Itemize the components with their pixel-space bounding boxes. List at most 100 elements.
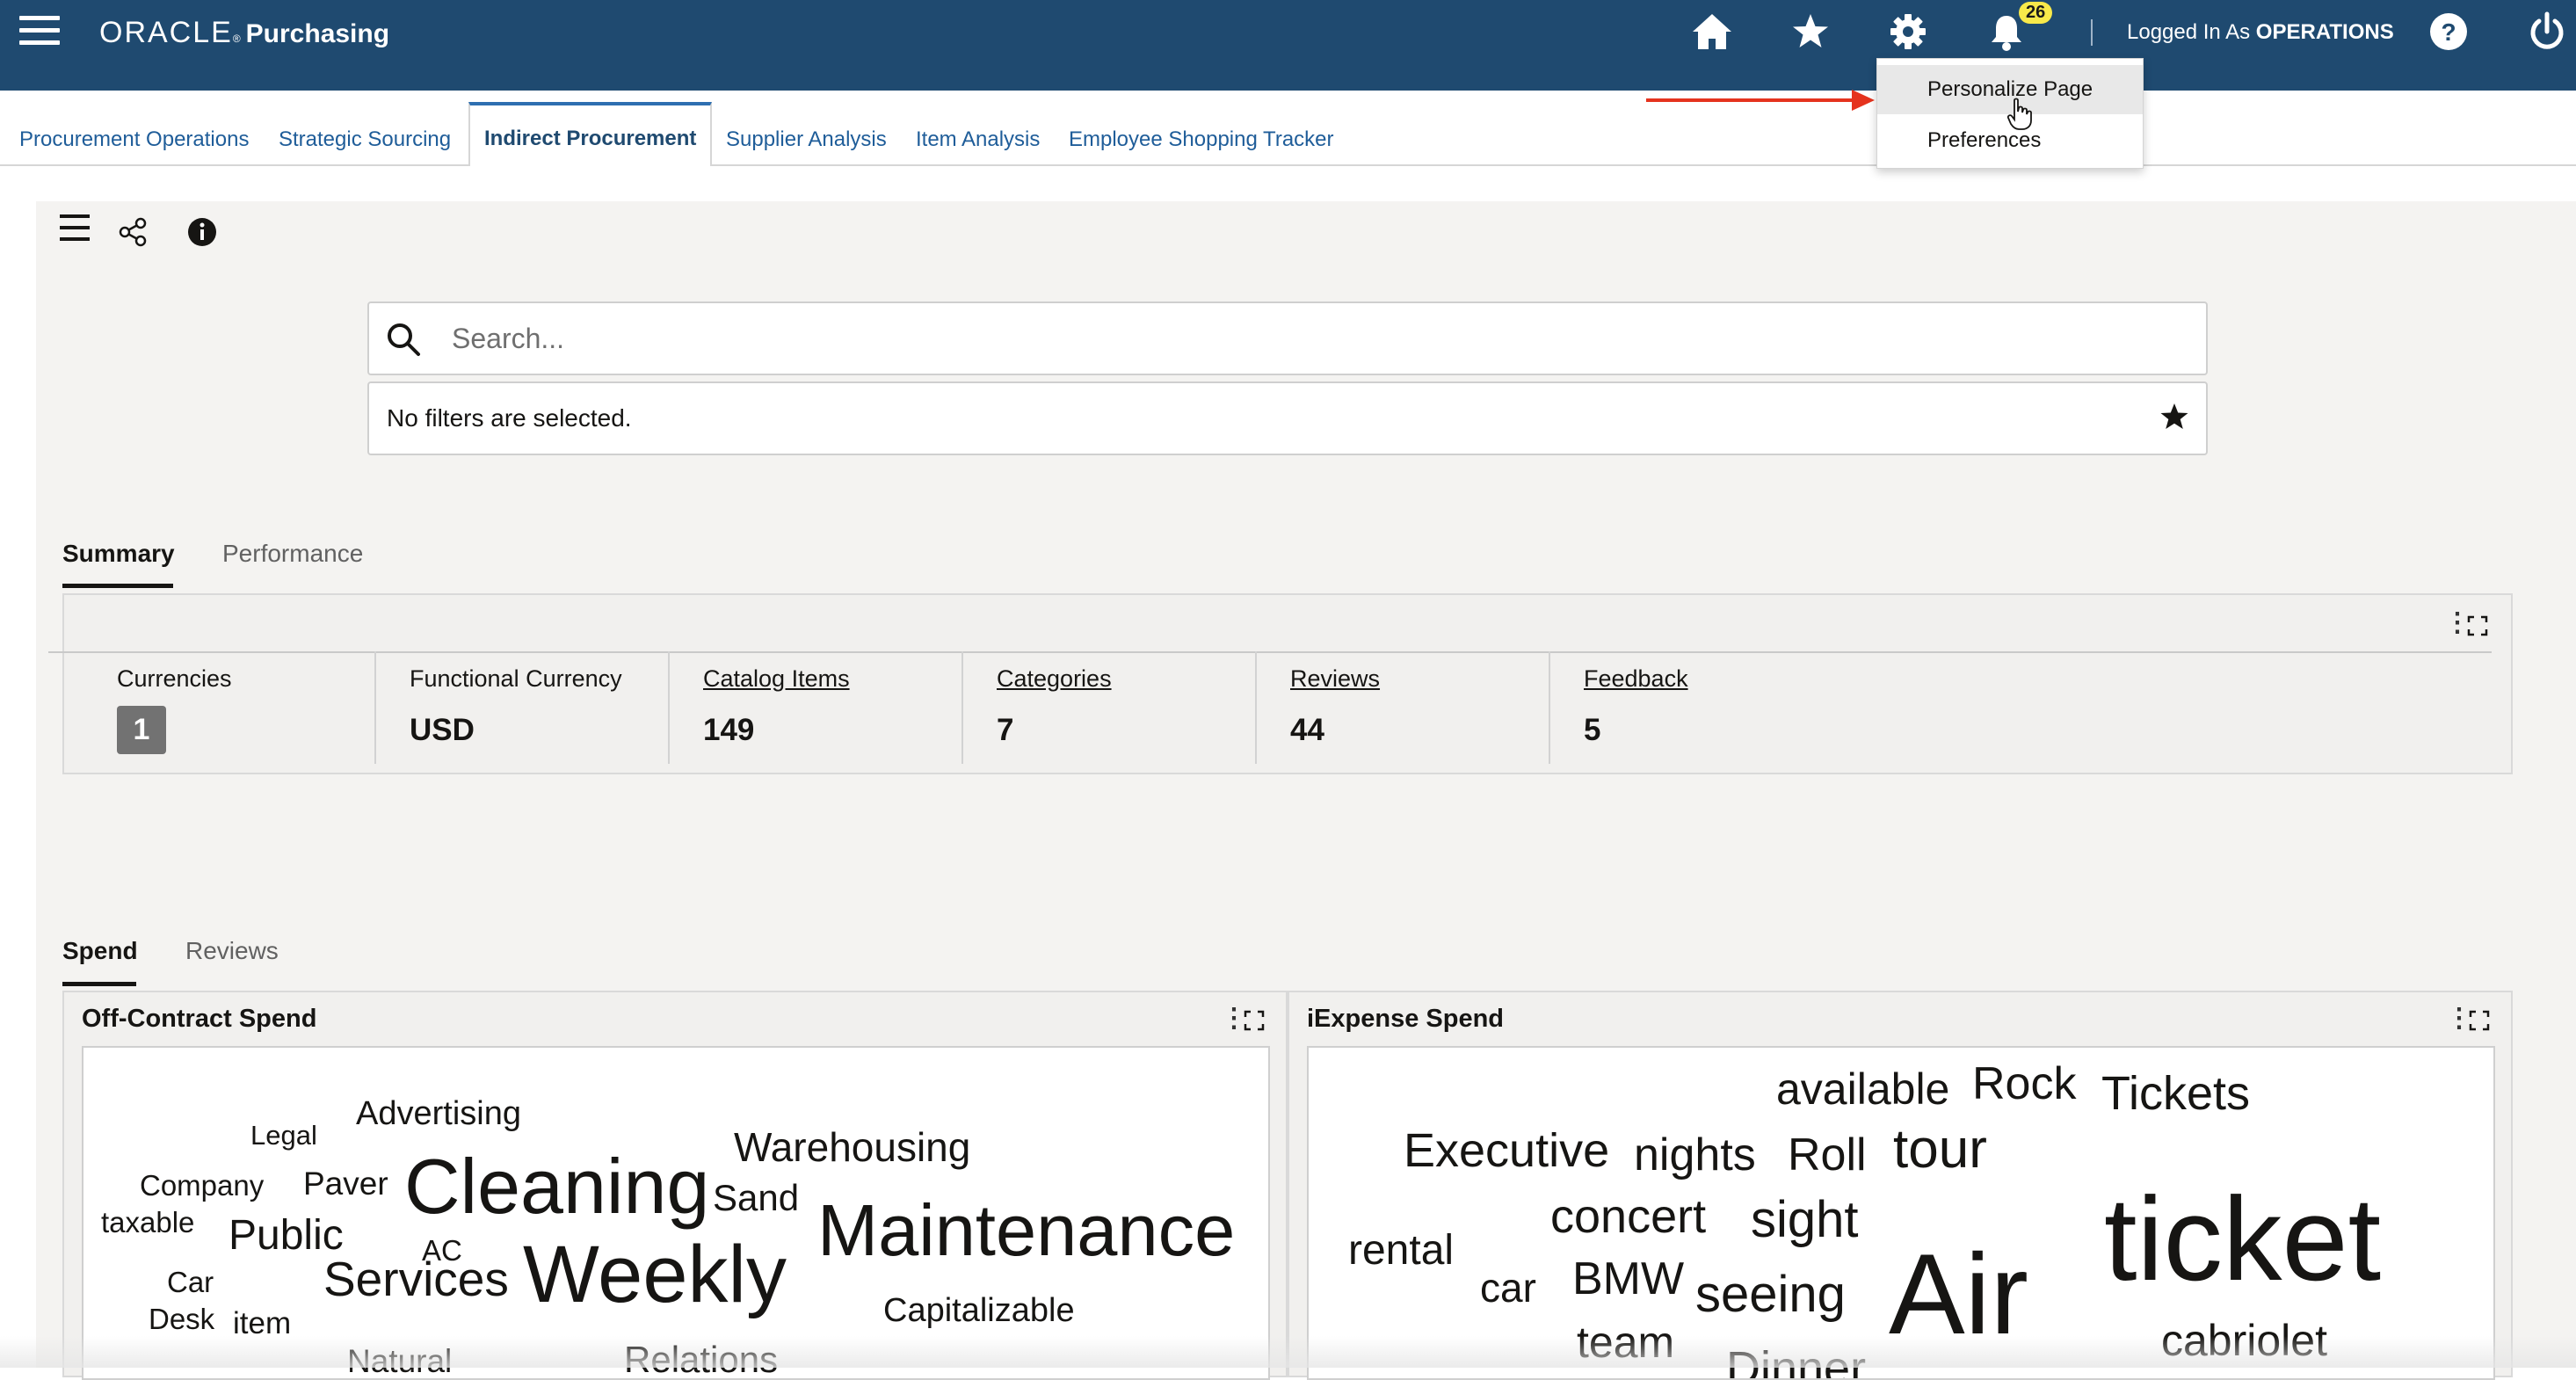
word-cloud-term[interactable]: Services (323, 1255, 509, 1304)
metric-value: 7 (997, 713, 1014, 747)
search-icon (388, 323, 420, 356)
word-cloud-term[interactable]: Weekly (523, 1234, 787, 1315)
pointer-arrow-line (1646, 98, 1857, 102)
tab-procurement-operations[interactable]: Procurement Operations (19, 104, 249, 166)
metric-currencies: Currencies 1 (82, 651, 374, 764)
feedback-link[interactable]: Feedback (1584, 665, 1688, 693)
logged-in-user: OPERATIONS (2255, 20, 2394, 44)
star-icon[interactable] (1786, 7, 1835, 56)
header-separator (2091, 19, 2093, 46)
iexpense-expand-icon[interactable] (2469, 1010, 2490, 1031)
word-cloud-term[interactable]: Maintenance (817, 1194, 1235, 1267)
logged-in-prefix: Logged In As (2127, 20, 2251, 44)
tab-supplier-analysis[interactable]: Supplier Analysis (726, 104, 887, 166)
help-icon[interactable]: ? (2424, 7, 2473, 56)
word-cloud-term[interactable]: Roll (1788, 1132, 1867, 1178)
tab-spend[interactable]: Spend (62, 937, 138, 965)
dashboard-tabs: Procurement Operations Strategic Sourcin… (0, 102, 2576, 166)
word-cloud-term[interactable]: nights (1634, 1132, 1756, 1178)
logged-in-label: Logged In As OPERATIONS (2127, 20, 2394, 45)
info-icon[interactable] (186, 216, 218, 248)
metric-label: Functional Currency (410, 665, 622, 692)
metric-categories: Categories 7 (961, 651, 1255, 764)
word-cloud-term[interactable]: concert (1550, 1193, 1706, 1240)
tab-performance[interactable]: Performance (222, 540, 363, 568)
metric-value: USD (410, 713, 475, 747)
bottom-edge-fade (0, 1336, 2576, 1368)
word-cloud-term[interactable]: taxable (101, 1208, 194, 1237)
word-cloud-term[interactable]: ticket (2104, 1180, 2381, 1298)
registered-mark: ® (232, 33, 241, 45)
word-cloud-term[interactable]: seeing (1695, 1269, 1846, 1320)
iexpense-word-cloud: available Rock Tickets Executive nights Roll t… (1307, 1046, 2495, 1380)
hamburger-icon[interactable] (19, 16, 60, 47)
hand-cursor-icon (2006, 98, 2032, 130)
word-cloud-term[interactable]: rental (1348, 1230, 1454, 1272)
categories-link[interactable]: Categories (997, 665, 1112, 693)
reviews-link[interactable]: Reviews (1290, 665, 1380, 693)
word-cloud-term[interactable]: Public (229, 1215, 344, 1257)
power-icon[interactable] (2522, 7, 2572, 56)
home-icon[interactable] (1687, 7, 1737, 56)
catalog-items-link[interactable]: Catalog Items (703, 665, 850, 693)
summary-tab-underline (62, 584, 173, 588)
tab-employee-shopping-tracker[interactable]: Employee Shopping Tracker (1069, 104, 1334, 166)
off-contract-spend-title: Off-Contract Spend (82, 1005, 317, 1033)
word-cloud-term[interactable]: Tickets (2101, 1070, 2250, 1117)
share-icon[interactable] (117, 216, 149, 248)
word-cloud-term[interactable]: Company (140, 1171, 264, 1200)
word-cloud-term[interactable]: Legal (250, 1122, 317, 1149)
metric-value: 5 (1584, 713, 1601, 747)
word-cloud-term[interactable]: Executive (1404, 1127, 1609, 1174)
metric-feedback: Feedback 5 (1549, 651, 1842, 764)
metric-functional-currency: Functional Currency USD (374, 651, 668, 764)
settings-dropdown-menu: Personalize Page Preferences (1876, 58, 2144, 169)
metric-value: 44 (1290, 713, 1324, 747)
word-cloud-term[interactable]: Car (167, 1267, 214, 1296)
word-cloud-term[interactable]: tour (1893, 1122, 1987, 1177)
word-cloud-term[interactable]: sight (1751, 1195, 1859, 1246)
tab-reviews[interactable]: Reviews (185, 937, 279, 965)
top-bar: ORACLE ® Purchasing 26 Logged In As OPER… (0, 0, 2576, 91)
metric-divider (1549, 651, 1550, 764)
word-cloud-term[interactable]: Sand (713, 1180, 799, 1217)
word-cloud-term[interactable]: available (1776, 1067, 1949, 1111)
off-contract-expand-icon[interactable] (1244, 1010, 1265, 1031)
currencies-count-badge[interactable]: 1 (117, 706, 166, 754)
tab-strategic-sourcing[interactable]: Strategic Sourcing (279, 104, 451, 166)
filter-bar: No filters are selected. (367, 381, 2208, 455)
metric-reviews: Reviews 44 (1255, 651, 1549, 764)
filter-status-text: No filters are selected. (387, 404, 632, 432)
word-cloud-term[interactable]: item (233, 1308, 291, 1339)
favorite-filter-star-icon[interactable] (2159, 401, 2190, 432)
metric-catalog-items: Catalog Items 149 (668, 651, 961, 764)
tab-summary[interactable]: Summary (62, 540, 175, 568)
tab-indirect-procurement[interactable]: Indirect Procurement (468, 102, 713, 166)
metric-divider (668, 651, 670, 764)
metric-divider (374, 651, 376, 764)
iexpense-spend-title: iExpense Spend (1307, 1005, 1505, 1033)
metrics-expand-icon[interactable] (2467, 615, 2488, 636)
word-cloud-term[interactable]: Cleaning (404, 1148, 709, 1225)
word-cloud-term[interactable]: BMW (1572, 1256, 1684, 1302)
search-input[interactable] (450, 316, 2190, 361)
metric-label: Currencies (117, 665, 232, 692)
tab-item-analysis[interactable]: Item Analysis (916, 104, 1040, 166)
spend-tab-underline (62, 982, 136, 986)
word-cloud-term[interactable]: Capitalizable (883, 1294, 1075, 1327)
word-cloud-term[interactable]: Advertising (356, 1097, 521, 1130)
word-cloud-term[interactable]: car (1480, 1267, 1536, 1308)
word-cloud-term[interactable]: Warehousing (734, 1127, 970, 1167)
svg-text:?: ? (2441, 18, 2456, 46)
app-brand: ORACLE ® Purchasing (99, 16, 389, 50)
word-cloud-term[interactable]: Desk (149, 1304, 214, 1333)
word-cloud-term[interactable]: Paver (303, 1167, 388, 1200)
metric-value: 149 (703, 713, 755, 747)
list-menu-icon[interactable] (58, 211, 93, 246)
product-name: Purchasing (245, 19, 390, 48)
off-contract-word-cloud: Legal Advertising Company Paver Cleaning Ware… (82, 1046, 1270, 1380)
word-cloud-term[interactable]: Air (1889, 1237, 2028, 1351)
notification-count-badge: 26 (2019, 2, 2053, 24)
gear-icon[interactable] (1883, 7, 1933, 56)
word-cloud-term[interactable]: Rock (1972, 1061, 2076, 1107)
